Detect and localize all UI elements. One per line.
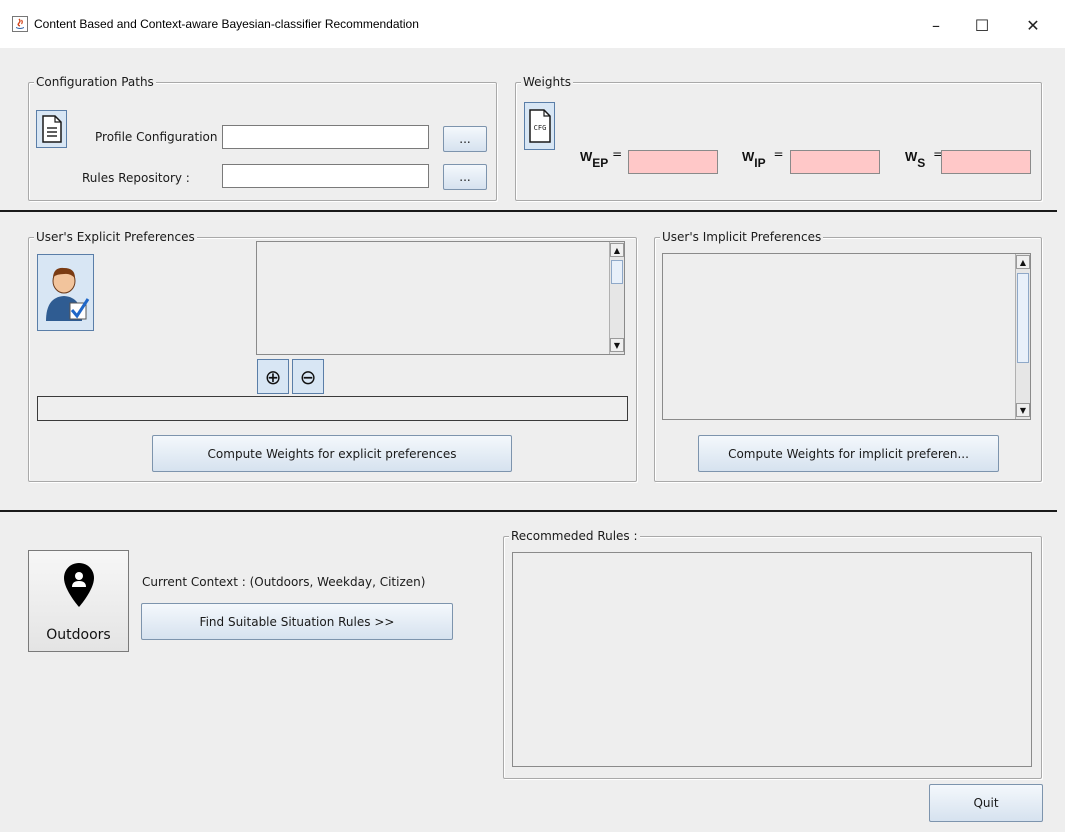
w-ep-label: WEP = bbox=[580, 147, 623, 170]
location-context-label: Outdoors bbox=[46, 627, 111, 643]
w-ep-input[interactable] bbox=[628, 150, 718, 174]
document-icon[interactable] bbox=[36, 110, 67, 148]
add-preference-button[interactable]: ⊕ bbox=[257, 359, 289, 394]
implicit-scroll-down-button[interactable]: ▼ bbox=[1016, 403, 1030, 417]
config-file-icon-text: CFG bbox=[533, 124, 546, 132]
separator-top bbox=[0, 210, 1057, 212]
window-title: Content Based and Context-aware Bayesian… bbox=[34, 17, 419, 31]
w-ip-label: WIP = bbox=[742, 147, 784, 170]
explicit-scroll-down-button[interactable]: ▼ bbox=[610, 338, 624, 352]
implicit-scroll-up-button[interactable]: ▲ bbox=[1016, 255, 1030, 269]
java-app-icon bbox=[12, 16, 28, 32]
explicit-preferences-legend: User's Explicit Preferences bbox=[34, 230, 197, 244]
user-check-icon[interactable] bbox=[37, 254, 94, 331]
rules-repository-label: Rules Repository : bbox=[82, 171, 190, 185]
rules-repository-input[interactable] bbox=[222, 164, 429, 188]
weights-panel bbox=[515, 82, 1042, 201]
w-s-input[interactable] bbox=[941, 150, 1031, 174]
minimize-button[interactable]: – bbox=[916, 10, 956, 40]
explicit-scroll-thumb[interactable] bbox=[611, 260, 623, 284]
implicit-scroll-thumb[interactable] bbox=[1017, 273, 1029, 363]
recommended-rules-list[interactable] bbox=[512, 552, 1032, 767]
explicit-status-field bbox=[37, 396, 628, 421]
explicit-scroll-up-button[interactable]: ▲ bbox=[610, 243, 624, 257]
rules-browse-button[interactable]: ... bbox=[443, 164, 487, 190]
quit-button[interactable]: Quit bbox=[929, 784, 1043, 822]
explicit-preferences-list[interactable] bbox=[256, 241, 625, 355]
map-pin-icon bbox=[62, 561, 96, 609]
remove-preference-button[interactable]: ⊖ bbox=[292, 359, 324, 394]
location-context-button[interactable]: Outdoors bbox=[28, 550, 129, 652]
profile-browse-button[interactable]: ... bbox=[443, 126, 487, 152]
profile-configuration-input[interactable] bbox=[222, 125, 429, 149]
w-ip-input[interactable] bbox=[790, 150, 880, 174]
separator-bottom bbox=[0, 510, 1057, 512]
implicit-preferences-list[interactable] bbox=[662, 253, 1031, 420]
close-button[interactable]: ✕ bbox=[1013, 10, 1053, 40]
compute-implicit-weights-button[interactable]: Compute Weights for implicit preferen... bbox=[698, 435, 999, 472]
find-situation-rules-button[interactable]: Find Suitable Situation Rules >> bbox=[141, 603, 453, 640]
w-s-label: WS = bbox=[905, 147, 944, 170]
current-context-text: Current Context : (Outdoors, Weekday, Ci… bbox=[142, 575, 426, 589]
recommended-rules-legend: Recommeded Rules : bbox=[509, 529, 640, 543]
compute-explicit-weights-button[interactable]: Compute Weights for explicit preferences bbox=[152, 435, 512, 472]
configuration-paths-legend: Configuration Paths bbox=[34, 75, 156, 89]
implicit-preferences-legend: User's Implicit Preferences bbox=[660, 230, 824, 244]
profile-configuration-label: Profile Configuration : bbox=[95, 130, 226, 144]
config-file-icon[interactable]: CFG bbox=[524, 102, 555, 150]
maximize-button[interactable]: ☐ bbox=[962, 10, 1002, 40]
title-bar: Content Based and Context-aware Bayesian… bbox=[0, 0, 1065, 48]
weights-legend: Weights bbox=[521, 75, 574, 89]
